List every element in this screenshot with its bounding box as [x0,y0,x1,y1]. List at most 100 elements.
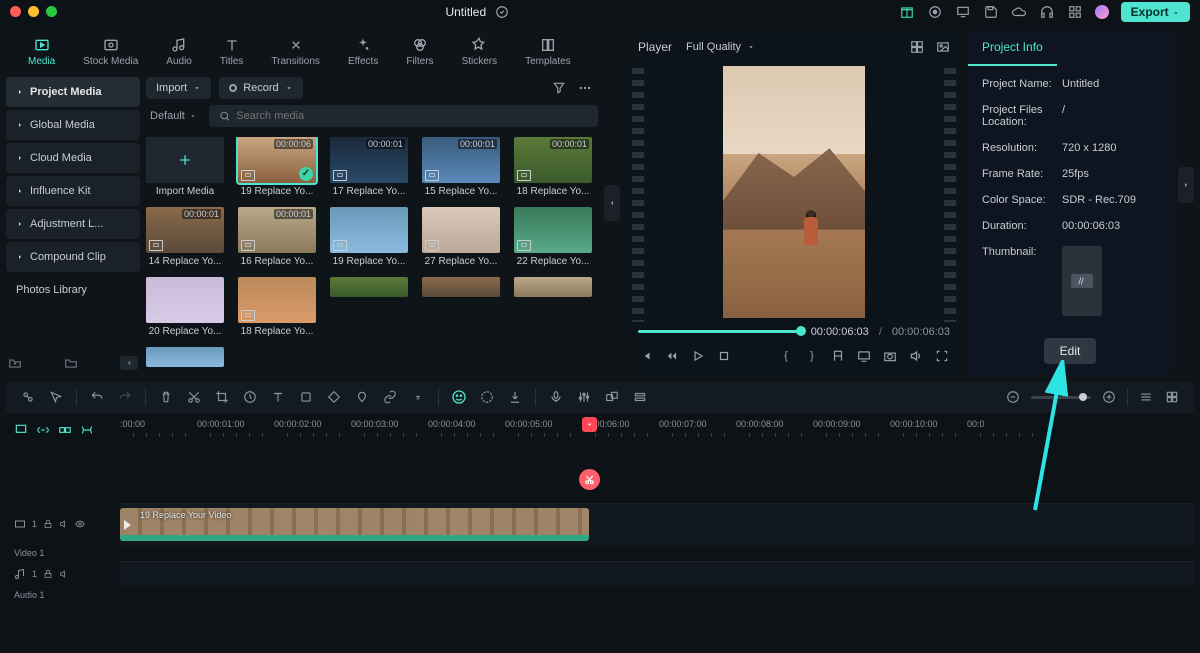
sidebar-item-project-media[interactable]: Project Media [6,77,140,107]
visibility-icon[interactable] [75,519,85,529]
nav-tab-titles[interactable]: Titles [220,36,244,67]
zoom-out-icon[interactable] [1005,389,1021,405]
record-icon[interactable] [927,4,943,20]
export-button[interactable]: Export [1121,2,1190,22]
link-toggle-icon[interactable] [36,423,50,437]
media-item[interactable]: 19 Replace Yo... [330,207,408,267]
render-icon[interactable] [479,389,495,405]
project-info-tab[interactable]: Project Info [968,30,1057,66]
text-icon[interactable] [270,389,286,405]
quality-select[interactable]: Full Quality [686,41,755,53]
grid-view-icon[interactable] [910,40,924,54]
redo-icon[interactable] [117,389,133,405]
sidebar-item-compound-clip[interactable]: Compound Clip [6,242,140,272]
sort-dropdown[interactable]: Default [146,105,201,127]
nav-tab-effects[interactable]: Effects [348,36,378,67]
snapshot-icon[interactable] [882,348,898,364]
nav-tab-transitions[interactable]: Transitions [271,36,320,67]
maximize-window-btn[interactable] [46,6,57,17]
track-view-icon[interactable] [1138,389,1154,405]
stop-icon[interactable] [716,348,732,364]
nav-tab-stock-media[interactable]: Stock Media [83,36,138,67]
preview-area[interactable] [632,62,956,322]
sidebar-item-influence-kit[interactable]: Influence Kit [6,176,140,206]
cut-handle-icon[interactable] [579,469,600,490]
nav-tab-stickers[interactable]: Stickers [462,36,498,67]
pointer-icon[interactable] [48,389,64,405]
keyframe-icon[interactable] [326,389,342,405]
media-item[interactable] [330,277,408,337]
search-input[interactable] [236,110,588,122]
close-window-btn[interactable] [10,6,21,17]
save-icon[interactable] [983,4,999,20]
media-item[interactable]: 22 Replace Yo... [514,207,592,267]
delete-icon[interactable] [158,389,174,405]
magnet-icon[interactable] [14,423,28,437]
sidebar-collapse-icon[interactable] [120,356,138,370]
prev-frame-icon[interactable] [638,348,654,364]
sidebar-item-photos-library[interactable]: Photos Library [6,275,140,305]
monitor-icon[interactable] [955,4,971,20]
media-item[interactable]: 18 Replace Yo... [238,277,316,337]
media-item[interactable]: 27 Replace Yo... [422,207,500,267]
link-icon[interactable] [382,389,398,405]
group-icon[interactable] [604,389,620,405]
marker2-icon[interactable] [507,389,523,405]
nav-tab-templates[interactable]: Templates [525,36,571,67]
step-back-icon[interactable] [664,348,680,364]
speed-icon[interactable] [242,389,258,405]
media-item[interactable] [146,347,224,367]
timeline-opt-icon[interactable] [632,389,648,405]
lock-icon[interactable] [43,569,53,579]
nav-tab-filters[interactable]: Filters [406,36,433,67]
mic-icon[interactable] [548,389,564,405]
tool-select-icon[interactable] [20,389,36,405]
user-avatar[interactable] [1095,5,1109,19]
play-icon[interactable] [690,348,706,364]
thumbnail-preview[interactable] [1062,246,1102,316]
sidebar-item-adjustment-layer[interactable]: Adjustment L... [6,209,140,239]
color-icon[interactable] [354,389,370,405]
media-item[interactable]: 00:00:0116 Replace Yo... [238,207,316,267]
media-item[interactable]: 00:00:0118 Replace Yo... [514,137,592,197]
more-icon[interactable] [578,81,592,95]
nav-tab-audio[interactable]: Audio [166,36,192,67]
mask-icon[interactable] [298,389,314,405]
media-item[interactable]: 00:00:0117 Replace Yo... [330,137,408,197]
media-item[interactable] [514,277,592,337]
brace-right-icon[interactable]: } [804,348,820,364]
mute-icon[interactable] [59,519,69,529]
media-item[interactable]: 00:00:0115 Replace Yo... [422,137,500,197]
record-button[interactable]: Record [219,77,302,99]
screen-icon[interactable] [856,348,872,364]
snap-icon[interactable] [58,423,72,437]
sidebar-item-global-media[interactable]: Global Media [6,110,140,140]
fullscreen-icon[interactable] [934,348,950,364]
import-dropdown[interactable]: Import [146,77,211,99]
video-clip[interactable]: 19 Replace Your Video [120,508,589,541]
mute-icon[interactable] [59,569,69,579]
ripple-icon[interactable] [80,423,94,437]
minimize-window-btn[interactable] [28,6,39,17]
volume-icon[interactable] [908,348,924,364]
progress-bar[interactable] [638,330,801,333]
cloud-sync-icon[interactable] [494,4,510,20]
import-media-tile[interactable]: Import Media [146,137,224,197]
zoom-slider[interactable] [1031,396,1091,399]
undo-icon[interactable] [89,389,105,405]
headphones-icon[interactable] [1039,4,1055,20]
zoom-in-icon[interactable] [1101,389,1117,405]
filter-icon[interactable] [552,81,566,95]
marker-icon[interactable] [830,348,846,364]
brace-left-icon[interactable]: { [778,348,794,364]
edit-button[interactable]: Edit [1044,338,1097,364]
media-item[interactable] [422,277,500,337]
media-item[interactable]: 00:00:0114 Replace Yo... [146,207,224,267]
gift-icon[interactable] [899,4,915,20]
image-icon[interactable] [936,40,950,54]
media-item[interactable]: 20 Replace Yo... [146,277,224,337]
nav-tab-media[interactable]: Media [28,36,55,67]
lock-icon[interactable] [43,519,53,529]
cloud-icon[interactable] [1011,4,1027,20]
right-expand-handle[interactable] [1178,167,1194,203]
